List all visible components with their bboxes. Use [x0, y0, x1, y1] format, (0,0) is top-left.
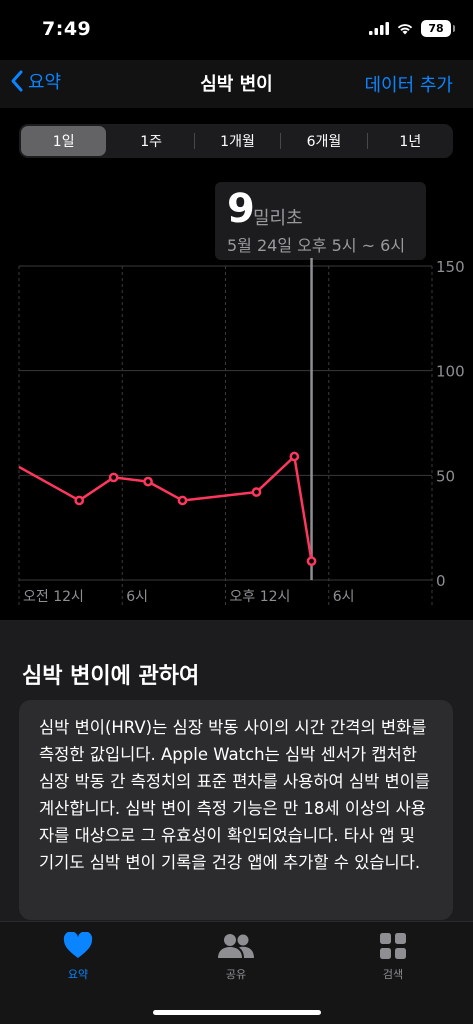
- tab-summary-label: 요약: [67, 968, 89, 981]
- y-tick-label: 0: [436, 572, 446, 590]
- heart-icon: [63, 931, 93, 958]
- back-button[interactable]: 요약: [10, 68, 61, 94]
- tab-sharing-label: 공유: [225, 968, 247, 981]
- tab-summary[interactable]: 요약: [28, 931, 128, 982]
- status-bar: 7:49 78: [0, 0, 473, 60]
- x-tick-label: 오전 12시: [23, 589, 84, 605]
- home-indicator: [153, 1010, 321, 1015]
- people-icon: [218, 934, 254, 958]
- y-tick-label: 50: [436, 467, 455, 485]
- navigation-bar: 요약 심박 변이 데이터 추가: [0, 60, 473, 108]
- data-point: [251, 487, 262, 497]
- tab-bar: 요약 공유 검색: [0, 921, 473, 1024]
- battery-level: 78: [428, 22, 444, 35]
- about-heading: 심박 변이에 관하여: [22, 664, 200, 689]
- tab-search-label: 검색: [382, 968, 404, 981]
- grid-icon: [380, 933, 406, 959]
- data-point: [289, 451, 300, 462]
- tab-sharing[interactable]: 공유: [186, 932, 286, 982]
- x-tick-label: 오후 12시: [230, 589, 291, 605]
- data-point: [108, 472, 119, 483]
- series-line: [18, 455, 313, 562]
- status-time: 7:49: [42, 18, 92, 40]
- battery-icon: 78: [421, 20, 455, 37]
- x-tick-label: 6시: [126, 589, 148, 605]
- data-point: [143, 476, 153, 487]
- wifi-icon: [397, 24, 413, 35]
- tab-search[interactable]: 검색: [343, 932, 443, 982]
- add-data-button[interactable]: 데이터 추가: [364, 71, 453, 97]
- cellular-signal-icon: [369, 22, 389, 35]
- data-point: [177, 495, 188, 506]
- y-tick-label: 100: [436, 363, 465, 381]
- chevron-left-icon: [11, 70, 23, 92]
- x-tick-label: 6시: [333, 589, 355, 605]
- hrv-line-chart[interactable]: 150 100 50 0 오전 12시 6시 오후 12시 6시: [0, 108, 473, 620]
- data-point: [74, 495, 85, 506]
- data-point: [306, 556, 317, 567]
- about-card: 심박 변이(HRV)는 심장 박동 사이의 시간 간격의 변화를 측정한 값입니…: [19, 700, 453, 920]
- status-icons: 78: [369, 20, 455, 37]
- y-tick-label: 150: [436, 258, 465, 276]
- back-label: 요약: [28, 72, 62, 93]
